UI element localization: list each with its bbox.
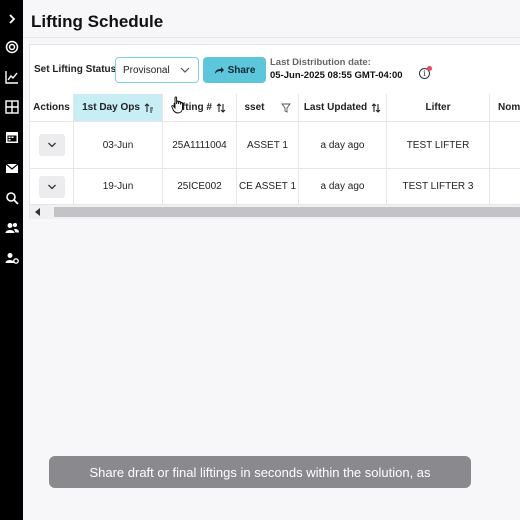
share-button[interactable]: Share [203,57,266,83]
chevron-down-icon [47,142,56,148]
search-icon[interactable] [0,188,23,208]
sort-icon[interactable] [371,102,381,113]
cell-lifter: TEST LIFTER 3 [387,169,490,205]
scroll-left-arrow-icon[interactable] [35,208,40,216]
lifting-status-value: Provisonal [123,64,170,76]
column-header-lifter[interactable]: Lifter [387,94,490,122]
video-caption: Share draft or final liftings in seconds… [49,456,471,488]
expand-row-button[interactable] [38,134,65,156]
column-header-label: 1st Day Ops [82,102,140,113]
lifting-status-select[interactable]: Provisonal [115,57,199,83]
column-header-label: Last Updated [303,102,368,113]
cell-asset: ASSET 1 [237,122,299,169]
hand-cursor-icon [171,96,183,114]
cell-lifter: TEST LIFTER [387,122,490,169]
cell-first-day-ops: 03-Jun [74,122,163,169]
share-arrow-icon [214,67,224,74]
user-settings-icon[interactable] [0,248,23,268]
table-row: 19-Jun 25ICE002 CE ASSET 1 a day ago TES… [30,169,520,205]
table-row: 03-Jun 25A1111004 ASSET 1 a day ago TEST… [30,122,520,169]
cell-nom [490,122,520,169]
filter-icon[interactable] [280,103,291,113]
cell-last-updated: a day ago [299,122,387,169]
target-icon[interactable] [0,37,23,57]
chevron-down-icon [47,184,56,189]
cell-lifting-number: 25ICE002 [163,169,237,205]
divider [23,37,520,38]
cell-lifting-number: 25A1111004 [163,122,237,169]
chevron-right-icon[interactable] [0,9,23,29]
cell-nom [490,169,520,205]
main-area: Lifting Schedule Set Lifting Status Prov… [23,0,520,520]
column-header-label: sset [244,102,265,113]
chevron-down-icon [180,67,190,73]
column-header-asset[interactable]: sset [237,94,299,122]
row-actions-cell [30,169,74,205]
distribution-date-label: Last Distribution date: [270,57,371,68]
horizontal-scrollbar[interactable] [30,205,520,219]
column-header-actions: Actions [30,94,74,122]
page-title: Lifting Schedule [31,12,164,31]
table-header-row: Actions 1st Day Ops Lifting # sset Last … [30,94,520,122]
cell-first-day-ops: 19-Jun [74,169,163,205]
scrollbar-thumb[interactable] [54,207,520,217]
cell-last-updated: a day ago [299,169,387,205]
column-header-nom[interactable]: Nom [490,94,520,122]
share-button-label: Share [227,64,256,76]
row-actions-cell [30,122,74,169]
mail-icon[interactable] [0,158,23,178]
distribution-date-value: 05-Jun-2025 08:55 GMT-04:00 [270,70,403,81]
grid-icon[interactable] [0,97,23,117]
sort-icon[interactable] [216,102,226,113]
users-icon[interactable] [0,218,23,238]
column-header-first-day-ops[interactable]: 1st Day Ops [74,94,163,122]
left-nav-rail [0,0,23,520]
cell-asset: CE ASSET 1 [237,169,299,205]
sort-ascending-icon[interactable] [144,102,154,113]
expand-row-button[interactable] [38,175,65,198]
column-header-last-updated[interactable]: Last Updated [299,94,387,122]
calendar-icon[interactable] [0,127,23,147]
chart-line-icon[interactable] [0,67,23,87]
notification-dot [427,66,432,71]
lifting-status-label: Set Lifting Status [34,64,117,75]
